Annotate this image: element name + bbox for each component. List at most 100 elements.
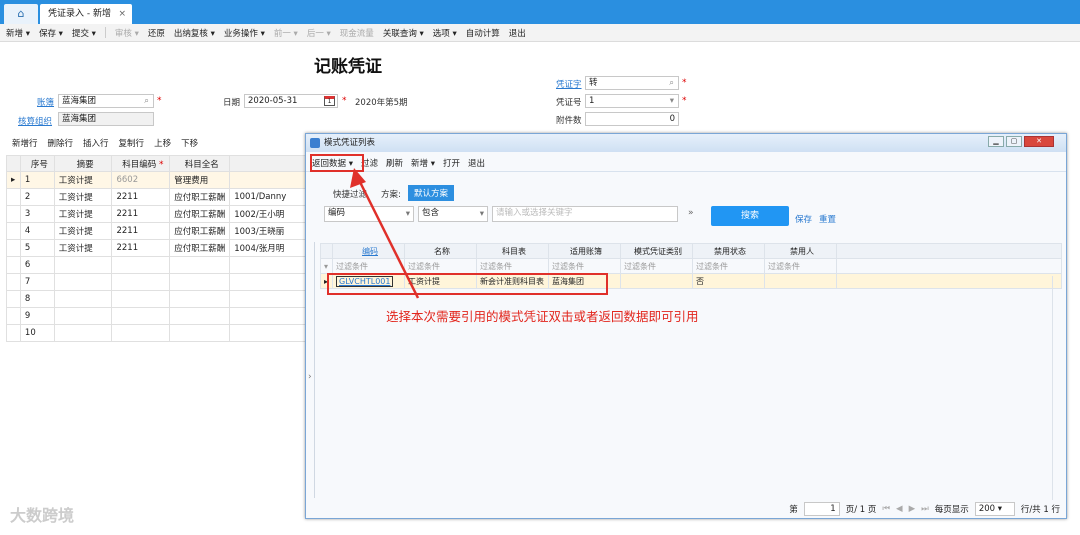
- delete-row-button[interactable]: 删除行: [48, 137, 74, 149]
- aux-cell[interactable]: [229, 324, 306, 342]
- aux-cell[interactable]: 1001/Danny: [229, 188, 306, 206]
- voucher-word-label[interactable]: 凭证字: [556, 78, 582, 90]
- page-input[interactable]: 1: [803, 502, 840, 516]
- voucher-word-field[interactable]: 转 ⌕: [585, 76, 679, 90]
- account-code-cell[interactable]: 6602: [111, 171, 171, 189]
- filter-cell[interactable]: 过滤条件: [764, 258, 837, 274]
- aux-cell[interactable]: [229, 171, 306, 189]
- search-icon[interactable]: ⌕: [669, 77, 674, 89]
- table-row[interactable]: 5 工资计提 2211 应付职工薪酬 1004/张月明: [6, 239, 306, 257]
- chevron-down-icon[interactable]: ▾: [670, 95, 674, 107]
- account-name-cell[interactable]: 应付职工薪酬: [169, 239, 231, 257]
- aux-cell[interactable]: 1004/张月明: [229, 239, 306, 257]
- account-name-cell[interactable]: 管理费用: [169, 171, 231, 189]
- toolbar-cashier-review[interactable]: 出纳复核 ▾: [174, 27, 215, 39]
- account-code-cell[interactable]: [111, 256, 171, 274]
- summary-cell[interactable]: 工资计提: [53, 188, 113, 206]
- keyword-input[interactable]: 请输入或选择关键字: [492, 206, 678, 222]
- table-row[interactable]: 10: [6, 324, 306, 342]
- account-code-cell[interactable]: [111, 273, 171, 291]
- table-row[interactable]: 7: [6, 273, 306, 291]
- toolbar-save[interactable]: 保存 ▾: [39, 27, 63, 39]
- close-icon[interactable]: ✕: [1024, 136, 1054, 147]
- account-name-cell[interactable]: [169, 290, 231, 308]
- aux-cell[interactable]: [229, 290, 306, 308]
- copy-row-button[interactable]: 复制行: [119, 137, 145, 149]
- toolbar-auto-calc[interactable]: 自动计算: [466, 27, 500, 39]
- toolbar-exit[interactable]: 退出: [509, 27, 526, 39]
- attachment-field[interactable]: 0: [585, 112, 679, 126]
- book-field[interactable]: 蓝海集团 ⌕: [58, 94, 154, 108]
- home-icon[interactable]: ⌂: [4, 4, 38, 24]
- aux-cell[interactable]: 1003/王晓丽: [229, 222, 306, 240]
- account-name-cell[interactable]: [169, 307, 231, 325]
- table-row[interactable]: 3 工资计提 2211 应付职工薪酬 1002/王小明: [6, 205, 306, 223]
- summary-cell[interactable]: [53, 273, 113, 291]
- table-row[interactable]: 2 工资计提 2211 应付职工薪酬 1001/Danny: [6, 188, 306, 206]
- toolbar-options[interactable]: 选项 ▾: [433, 27, 457, 39]
- summary-cell[interactable]: [53, 290, 113, 308]
- move-up-button[interactable]: 上移: [154, 137, 171, 149]
- filter-cell[interactable]: 过滤条件: [548, 258, 621, 274]
- toolbar-restore[interactable]: 还原: [148, 27, 165, 39]
- aux-cell[interactable]: [229, 273, 306, 291]
- summary-cell[interactable]: 工资计提: [53, 239, 113, 257]
- save-link[interactable]: 保存: [795, 213, 812, 225]
- open-button[interactable]: 打开: [443, 157, 460, 169]
- first-page-icon[interactable]: ⏮: [882, 504, 890, 514]
- toolbar-prev[interactable]: 前一 ▾: [274, 27, 298, 39]
- account-code-cell[interactable]: [111, 290, 171, 308]
- filter-cell[interactable]: 过滤条件: [692, 258, 765, 274]
- summary-cell[interactable]: 工资计提: [53, 171, 113, 189]
- book-label[interactable]: 账簿: [37, 96, 54, 108]
- aux-cell[interactable]: [229, 256, 306, 274]
- summary-cell[interactable]: 工资计提: [53, 205, 113, 223]
- table-row[interactable]: 8: [6, 290, 306, 308]
- search-button[interactable]: 搜索: [711, 206, 789, 226]
- close-icon[interactable]: ×: [118, 4, 126, 24]
- add-row-button[interactable]: 新增行: [12, 137, 38, 149]
- per-page-select[interactable]: 200 ▾: [974, 502, 1015, 516]
- account-name-cell[interactable]: 应付职工薪酬: [169, 205, 231, 223]
- search-icon[interactable]: ⌕: [144, 95, 149, 107]
- voucher-no-field[interactable]: 1 ▾: [585, 94, 679, 108]
- panel-expand-icon[interactable]: ›: [308, 372, 312, 382]
- table-row[interactable]: 9: [6, 307, 306, 325]
- summary-cell[interactable]: [53, 324, 113, 342]
- account-code-cell[interactable]: 2211: [111, 188, 171, 206]
- last-page-icon[interactable]: ⏭: [921, 504, 929, 514]
- maximize-icon[interactable]: ▢: [1006, 136, 1022, 147]
- filter-cell[interactable]: 过滤条件: [620, 258, 693, 274]
- account-code-cell[interactable]: [111, 307, 171, 325]
- insert-row-button[interactable]: 插入行: [83, 137, 109, 149]
- next-page-icon[interactable]: ▶: [909, 504, 916, 514]
- filter-cell[interactable]: 过滤条件: [476, 258, 549, 274]
- org-label[interactable]: 核算组织: [18, 115, 52, 127]
- calendar-icon[interactable]: 1: [324, 96, 335, 106]
- toolbar-cashflow[interactable]: 现金流量: [340, 27, 374, 39]
- expand-icon[interactable]: »: [688, 208, 694, 218]
- toolbar-audit[interactable]: 审核 ▾: [115, 27, 139, 39]
- table-row[interactable]: ▸ 1 工资计提 6602 管理费用: [6, 171, 306, 189]
- summary-cell[interactable]: 工资计提: [53, 222, 113, 240]
- account-code-cell[interactable]: 2211: [111, 222, 171, 240]
- aux-cell[interactable]: 1002/王小明: [229, 205, 306, 223]
- toolbar-new[interactable]: 新增 ▾: [6, 27, 30, 39]
- toolbar-related-query[interactable]: 关联查询 ▾: [383, 27, 424, 39]
- dialog-exit-button[interactable]: 退出: [468, 157, 485, 169]
- vertical-scrollbar[interactable]: [1052, 276, 1062, 500]
- account-name-cell[interactable]: [169, 256, 231, 274]
- reset-link[interactable]: 重置: [819, 213, 836, 225]
- account-name-cell[interactable]: [169, 324, 231, 342]
- summary-cell[interactable]: [53, 256, 113, 274]
- aux-cell[interactable]: [229, 307, 306, 325]
- toolbar-submit[interactable]: 提交 ▾: [72, 27, 96, 39]
- account-code-cell[interactable]: 2211: [111, 239, 171, 257]
- account-code-cell[interactable]: 2211: [111, 205, 171, 223]
- account-code-cell[interactable]: [111, 324, 171, 342]
- minimize-icon[interactable]: ▁: [988, 136, 1004, 147]
- toolbar-business-ops[interactable]: 业务操作 ▾: [224, 27, 265, 39]
- account-name-cell[interactable]: 应付职工薪酬: [169, 222, 231, 240]
- table-row[interactable]: 6: [6, 256, 306, 274]
- tab-voucher-entry[interactable]: 凭证录入 - 新增 ×: [40, 4, 132, 24]
